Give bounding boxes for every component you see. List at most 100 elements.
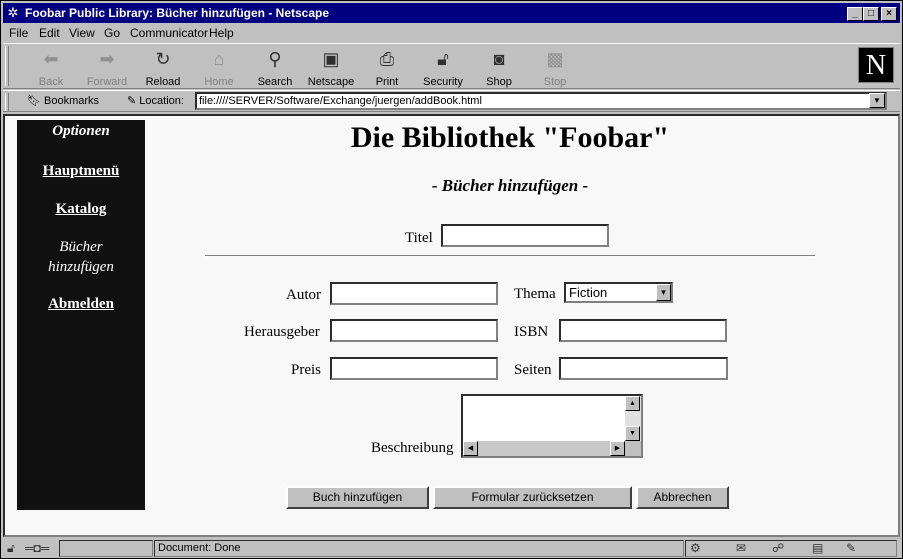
- menu-bar: File Edit View Go Communicator Help: [3, 24, 900, 42]
- location-url-field[interactable]: file:////SERVER/Software/Exchange/juerge…: [195, 92, 887, 110]
- home-button[interactable]: ⌂ Home: [193, 48, 245, 88]
- security-button[interactable]: 🔓︎ Security: [417, 48, 469, 88]
- horizontal-rule: [205, 255, 815, 258]
- thema-label: Thema: [514, 286, 556, 302]
- menu-file[interactable]: File: [9, 26, 28, 40]
- component-bar: ⚙ ✉ ☍ ▤ ✎: [685, 540, 897, 557]
- preis-label: Preis: [291, 362, 321, 378]
- location-dropdown-button[interactable]: ▼: [869, 93, 885, 108]
- autor-input[interactable]: [330, 282, 498, 305]
- menu-help[interactable]: Help: [209, 26, 234, 40]
- title-bar: ✲ Foobar Public Library: Bücher hinzufüg…: [3, 3, 900, 23]
- reset-form-button[interactable]: Formular zurücksetzen: [433, 486, 632, 509]
- stop-icon: ▩: [546, 49, 564, 69]
- bookmarks-button[interactable]: 🔖︎ Bookmarks: [27, 94, 99, 107]
- sidebar-current-line2: hinzufügen: [48, 259, 114, 275]
- security-lock-icon[interactable]: 🔓︎: [7, 541, 15, 555]
- netscape-logo-icon[interactable]: N: [858, 47, 894, 83]
- netscape-button[interactable]: ▣ Netscape: [305, 48, 357, 88]
- back-arrow-icon: ⬅: [43, 49, 59, 69]
- isbn-input[interactable]: [559, 319, 727, 342]
- chevron-down-icon[interactable]: ▼: [656, 284, 671, 301]
- home-icon: ⌂: [213, 49, 225, 69]
- stop-button[interactable]: ▩ Stop: [529, 48, 581, 88]
- seiten-label: Seiten: [514, 362, 552, 378]
- scroll-left-icon[interactable]: ◀: [463, 441, 478, 456]
- cancel-button[interactable]: Abbrechen: [636, 486, 729, 509]
- shopping-bag-icon: ◙: [493, 49, 505, 69]
- sidebar-heading: Optionen: [52, 123, 110, 139]
- menu-edit[interactable]: Edit: [39, 26, 60, 40]
- close-button[interactable]: ×: [881, 7, 897, 21]
- location-label-text: Location:: [139, 95, 184, 107]
- menu-communicator[interactable]: Communicator: [130, 26, 208, 40]
- netscape-label: Netscape: [307, 76, 355, 88]
- printer-icon: ⎙: [379, 49, 395, 69]
- preis-input[interactable]: [330, 357, 498, 380]
- textarea-vertical-scrollbar[interactable]: ▲ ▼: [625, 396, 641, 441]
- page-title: Die Bibliothek "Foobar": [350, 121, 670, 154]
- composer-icon[interactable]: ✎: [846, 541, 856, 555]
- herausgeber-input[interactable]: [330, 319, 498, 342]
- reload-icon: ↻: [155, 49, 171, 69]
- security-label: Security: [423, 76, 463, 88]
- thema-select[interactable]: Fiction ▼: [564, 282, 673, 303]
- scrollbar-corner: [625, 441, 641, 456]
- navigation-toolbar: ⬅ Back ➡ Forward ↻ Reload ⌂ Home ⚲ Searc…: [3, 43, 900, 89]
- seiten-input[interactable]: [559, 357, 728, 380]
- beschreibung-textarea[interactable]: ▲ ▼ ◀ ▶: [461, 394, 643, 458]
- back-button[interactable]: ⬅ Back: [25, 48, 77, 88]
- menu-go[interactable]: Go: [104, 26, 120, 40]
- shop-label: Shop: [486, 76, 512, 88]
- stop-label: Stop: [543, 76, 567, 88]
- shop-button[interactable]: ◙ Shop: [473, 48, 525, 88]
- page-subtitle: - Bücher hinzufügen -: [431, 176, 589, 195]
- search-label: Search: [257, 76, 293, 88]
- toolbar-grip[interactable]: [5, 46, 9, 86]
- browser-window: ✲ Foobar Public Library: Bücher hinzufüg…: [0, 0, 903, 559]
- connection-icon: ═◘═: [25, 541, 50, 555]
- netscape-app-icon: ✲: [7, 5, 19, 20]
- status-text: Document: Done: [154, 540, 684, 557]
- add-book-button[interactable]: Buch hinzufügen: [286, 486, 429, 509]
- sidebar-nav: Optionen Hauptmenü Katalog Bücher hinzuf…: [17, 120, 145, 510]
- reload-label: Reload: [145, 76, 181, 88]
- herausgeber-label: Herausgeber: [244, 324, 320, 340]
- scroll-right-icon[interactable]: ▶: [610, 441, 625, 456]
- bookmarks-label: Bookmarks: [44, 95, 100, 107]
- sidebar-current-line1: Bücher: [59, 239, 103, 255]
- location-label: ✎ Location:: [127, 94, 184, 107]
- print-button[interactable]: ⎙ Print: [361, 48, 413, 88]
- sidebar-link-katalog[interactable]: Katalog: [17, 201, 145, 218]
- forward-button[interactable]: ➡ Forward: [81, 48, 133, 88]
- maximize-button[interactable]: □: [863, 7, 879, 21]
- menu-view[interactable]: View: [69, 26, 95, 40]
- reload-button[interactable]: ↻ Reload: [137, 48, 189, 88]
- back-label: Back: [38, 76, 64, 88]
- scroll-down-icon[interactable]: ▼: [625, 426, 640, 441]
- home-label: Home: [204, 76, 234, 88]
- scroll-up-icon[interactable]: ▲: [625, 396, 640, 411]
- status-bar: 🔓︎ ═◘═ Document: Done ⚙ ✉ ☍ ▤ ✎: [3, 539, 900, 558]
- page-proxy-icon[interactable]: ✎: [127, 95, 139, 107]
- mail-icon[interactable]: ✉: [736, 541, 746, 555]
- print-label: Print: [375, 76, 399, 88]
- sidebar-current-item: Bücher hinzufügen: [17, 237, 145, 277]
- titel-input[interactable]: [441, 224, 609, 247]
- search-button[interactable]: ⚲ Search: [249, 48, 301, 88]
- isbn-label: ISBN: [514, 324, 549, 340]
- location-grip[interactable]: [5, 93, 9, 111]
- search-flashlight-icon: ⚲: [268, 49, 282, 69]
- sidebar-link-abmelden[interactable]: Abmelden: [17, 296, 145, 313]
- thema-selected-value: Fiction: [569, 285, 608, 300]
- forward-label: Forward: [86, 76, 128, 88]
- beschreibung-label: Beschreibung: [371, 440, 454, 456]
- discussion-icon[interactable]: ☍: [772, 541, 784, 555]
- textarea-horizontal-scrollbar[interactable]: ◀ ▶: [463, 441, 625, 456]
- progress-box: [59, 540, 153, 557]
- my-netscape-icon: ▣: [322, 49, 340, 69]
- navigator-icon[interactable]: ⚙: [690, 541, 701, 555]
- address-book-icon[interactable]: ▤: [812, 541, 823, 555]
- minimize-button[interactable]: _: [847, 7, 863, 21]
- sidebar-link-hauptmenu[interactable]: Hauptmenü: [17, 163, 145, 180]
